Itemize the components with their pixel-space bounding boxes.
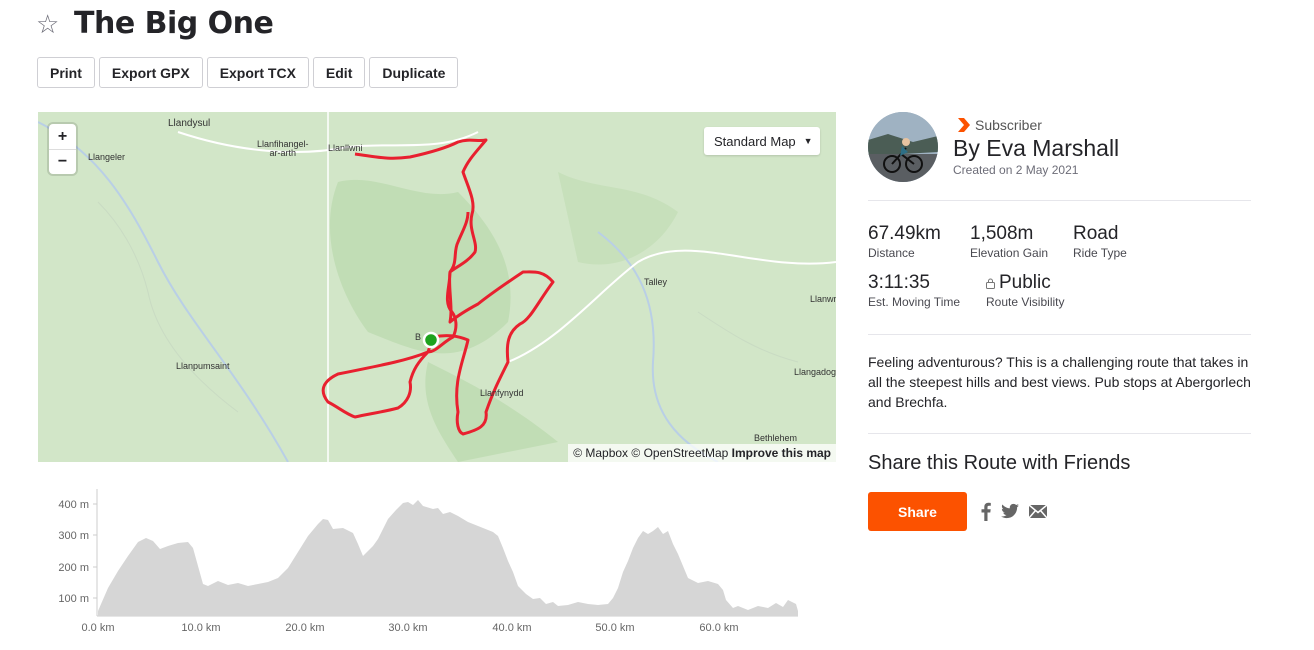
stat-value: Road [1073, 223, 1119, 244]
route-description: Feeling adventurous? This is a challengi… [868, 354, 1251, 410]
duplicate-button[interactable]: Duplicate [369, 57, 459, 88]
x-tick-label: 20.0 km [285, 622, 324, 634]
mapbox-link[interactable]: © Mapbox [573, 446, 628, 460]
edit-button[interactable]: Edit [312, 57, 366, 88]
caret-down-icon: ▼ [803, 136, 813, 146]
subscriber-chevron-icon [958, 118, 970, 132]
elevation-area [98, 500, 798, 616]
email-icon[interactable] [1027, 500, 1049, 522]
divider [868, 200, 1251, 201]
place-label: Llanwr [810, 294, 836, 304]
stat-value: Public [999, 272, 1051, 293]
y-tick-label: 300 m [58, 530, 89, 542]
zoom-out-button[interactable]: − [49, 149, 76, 174]
divider [868, 334, 1251, 335]
avatar[interactable] [868, 112, 938, 182]
zoom-control: + − [49, 124, 76, 174]
place-label: Talley [644, 277, 668, 287]
created-date: Created on 2 May 2021 [953, 163, 1079, 177]
place-label: Llanfynydd [480, 388, 524, 398]
place-label: Bethlehem [754, 433, 798, 443]
zoom-in-button[interactable]: + [49, 124, 76, 149]
avatar-image [868, 112, 938, 182]
subscriber-label: Subscriber [975, 117, 1042, 133]
divider [868, 433, 1251, 434]
export-gpx-button[interactable]: Export GPX [98, 57, 203, 88]
stat-visibility: Public Route Visibility [986, 273, 1064, 309]
place-label: Llanpumsaint [176, 361, 230, 371]
stat-label: Elevation Gain [970, 246, 1049, 260]
stat-label: Distance [868, 246, 915, 260]
stat-ride-type: Road Ride Type [1073, 224, 1127, 260]
elevation-y-axis: 400 m 300 m 200 m 100 m [58, 499, 97, 605]
x-tick-label: 60.0 km [699, 622, 738, 634]
route-title: The Big One [74, 6, 274, 41]
improve-map-link[interactable]: Improve this map [732, 446, 831, 460]
stat-distance: 67.49km Distance [868, 224, 941, 260]
route-map[interactable]: + − Standard Map ▼ Llandysul Llangeler L… [38, 112, 836, 462]
x-tick-label: 30.0 km [388, 622, 427, 634]
share-button[interactable]: Share [868, 492, 967, 531]
map-terrain [38, 112, 836, 462]
elevation-x-axis: 0.0 km 10.0 km 20.0 km 30.0 km 40.0 km 5… [81, 622, 738, 634]
place-label: Llangeler [88, 152, 126, 162]
stat-value: 67.49km [868, 223, 941, 244]
x-tick-label: 50.0 km [595, 622, 634, 634]
elevation-profile[interactable]: 400 m 300 m 200 m 100 m 0.0 km 10.0 km 2… [38, 486, 808, 638]
stat-moving-time: 3:11:35 Est. Moving Time [868, 273, 960, 309]
osm-link[interactable]: © OpenStreetMap [631, 446, 728, 460]
place-label-line: ar-arth [269, 148, 297, 159]
star-icon[interactable]: ☆ [36, 11, 66, 37]
stat-value-row: Public [986, 273, 1064, 292]
map-attribution: © Mapbox © OpenStreetMap Improve this ma… [568, 444, 836, 462]
map-style-label: Standard Map [714, 133, 796, 149]
twitter-icon[interactable] [999, 500, 1021, 522]
share-heading: Share this Route with Friends [868, 452, 1131, 474]
place-label: Llanfihangel- ar-arth [257, 139, 309, 159]
export-tcx-button[interactable]: Export TCX [206, 57, 309, 88]
x-tick-label: 10.0 km [181, 622, 220, 634]
x-tick-label: 40.0 km [492, 622, 531, 634]
stat-elevation: 1,508m Elevation Gain [970, 224, 1048, 260]
stat-value: 1,508m [970, 223, 1034, 244]
place-label: Llandysul [168, 118, 211, 129]
stat-value: 3:11:35 [868, 272, 930, 293]
x-tick-label: 0.0 km [81, 622, 114, 634]
y-tick-label: 400 m [58, 499, 89, 511]
place-label: Llanllwni [328, 143, 363, 153]
y-tick-label: 100 m [58, 593, 89, 605]
facebook-icon[interactable] [975, 500, 997, 522]
lock-icon [986, 278, 995, 289]
place-label: Llangadog [794, 367, 836, 377]
print-button[interactable]: Print [37, 57, 95, 88]
stat-label: Ride Type [1073, 246, 1127, 260]
stat-label: Est. Moving Time [868, 295, 961, 309]
route-header: ☆ The Big One [36, 6, 274, 41]
stat-label: Route Visibility [986, 295, 1065, 309]
athlete-name[interactable]: By Eva Marshall [953, 135, 1119, 162]
place-label: B [415, 332, 422, 342]
y-tick-label: 200 m [58, 562, 89, 574]
map-style-select[interactable]: Standard Map ▼ [704, 127, 820, 155]
subscriber-badge: Subscriber [958, 117, 1042, 133]
route-toolbar: Print Export GPX Export TCX Edit Duplica… [37, 57, 459, 88]
